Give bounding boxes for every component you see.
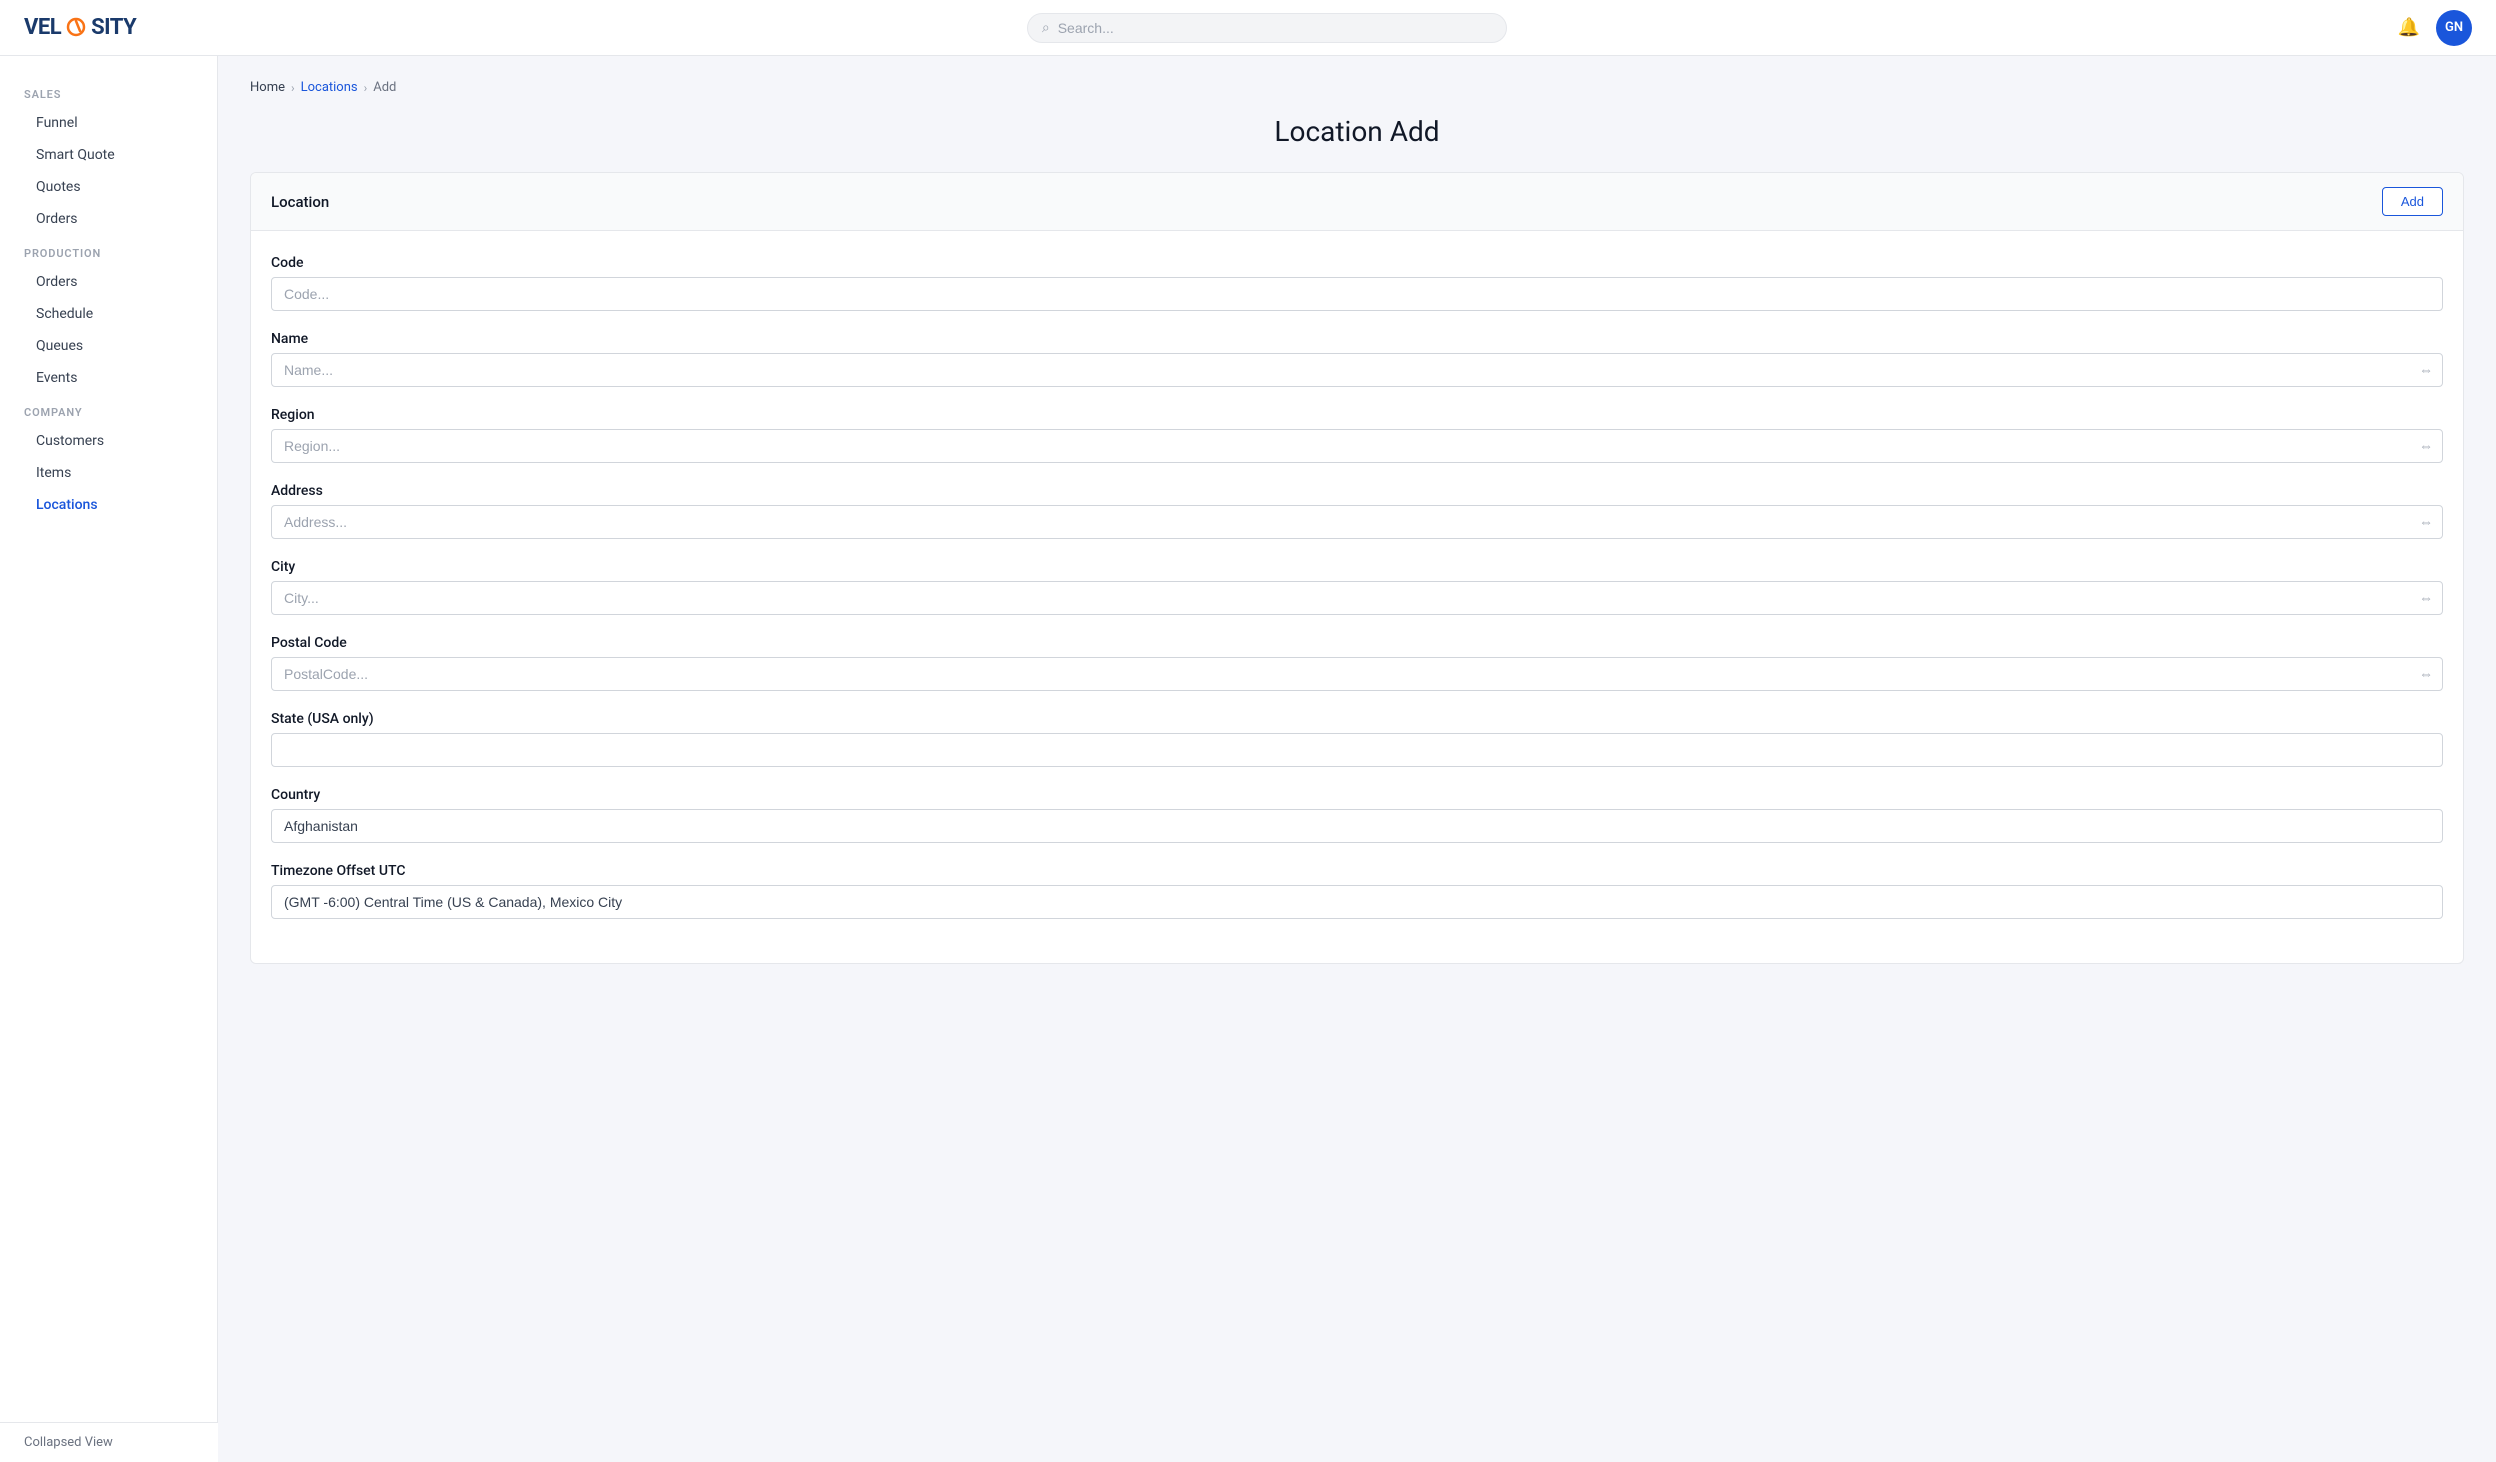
region-input[interactable]	[271, 429, 2443, 463]
main-content: Home › Locations › Add Location Add Loca…	[218, 56, 2496, 1462]
code-group: Code	[271, 255, 2443, 311]
sidebar-item-schedule[interactable]: Schedule	[0, 298, 217, 330]
country-input-wrap	[271, 809, 2443, 843]
timezone-group: Timezone Offset UTC	[271, 863, 2443, 919]
sidebar-item-sales-orders[interactable]: Orders	[0, 203, 217, 235]
timezone-input-wrap	[271, 885, 2443, 919]
sidebar-item-smart-quote[interactable]: Smart Quote	[0, 139, 217, 171]
page-title: Location Add	[250, 115, 2464, 148]
sidebar: SALES Funnel Smart Quote Quotes Orders P…	[0, 56, 218, 1462]
add-button[interactable]: Add	[2382, 187, 2443, 216]
country-input[interactable]	[271, 809, 2443, 843]
timezone-input[interactable]	[271, 885, 2443, 919]
sidebar-item-locations[interactable]: Locations	[0, 489, 217, 521]
postal-code-input[interactable]	[271, 657, 2443, 691]
country-group: Country	[271, 787, 2443, 843]
sidebar-item-events[interactable]: Events	[0, 362, 217, 394]
breadcrumb-home[interactable]: Home	[250, 80, 285, 95]
navbar-right: 🔔 GN	[2398, 10, 2472, 46]
state-input[interactable]	[271, 733, 2443, 767]
state-input-wrap	[271, 733, 2443, 767]
timezone-label: Timezone Offset UTC	[271, 863, 2443, 879]
search-bar: ⌕	[1027, 13, 1507, 43]
search-input[interactable]	[1058, 20, 1492, 36]
sidebar-section-production: PRODUCTION	[0, 235, 217, 266]
breadcrumb-locations[interactable]: Locations	[301, 80, 358, 95]
card-section-title: Location	[271, 193, 329, 211]
sidebar-item-production-orders[interactable]: Orders	[0, 266, 217, 298]
state-group: State (USA only)	[271, 711, 2443, 767]
city-group: City ⇔	[271, 559, 2443, 615]
navbar: VEL SITY ⌕ 🔔 GN	[0, 0, 2496, 56]
city-input[interactable]	[271, 581, 2443, 615]
country-label: Country	[271, 787, 2443, 803]
postal-code-input-wrap: ⇔	[271, 657, 2443, 691]
logo-o	[61, 15, 91, 40]
code-input-wrap	[271, 277, 2443, 311]
region-input-wrap: ⇔	[271, 429, 2443, 463]
breadcrumb: Home › Locations › Add	[250, 80, 2464, 95]
breadcrumb-current: Add	[373, 80, 396, 95]
name-group: Name ⇔	[271, 331, 2443, 387]
avatar[interactable]: GN	[2436, 10, 2472, 46]
sidebar-section-sales: SALES	[0, 76, 217, 107]
address-group: Address ⇔	[271, 483, 2443, 539]
address-label: Address	[271, 483, 2443, 499]
city-label: City	[271, 559, 2443, 575]
region-label: Region	[271, 407, 2443, 423]
breadcrumb-sep-2: ›	[364, 81, 368, 95]
card-header: Location Add	[251, 173, 2463, 231]
postal-code-group: Postal Code ⇔	[271, 635, 2443, 691]
name-input[interactable]	[271, 353, 2443, 387]
code-label: Code	[271, 255, 2443, 271]
search-icon: ⌕	[1042, 20, 1050, 36]
region-group: Region ⇔	[271, 407, 2443, 463]
logo-icon	[66, 17, 86, 37]
logo: VEL SITY	[24, 15, 136, 40]
location-card: Location Add Code Name ⇔ Region	[250, 172, 2464, 964]
name-label: Name	[271, 331, 2443, 347]
sidebar-item-quotes[interactable]: Quotes	[0, 171, 217, 203]
sidebar-item-queues[interactable]: Queues	[0, 330, 217, 362]
logo-text: VEL SITY	[24, 15, 136, 40]
collapsed-view-toggle[interactable]: Collapsed View	[0, 1422, 218, 1462]
address-input[interactable]	[271, 505, 2443, 539]
postal-code-label: Postal Code	[271, 635, 2443, 651]
city-input-wrap: ⇔	[271, 581, 2443, 615]
code-input[interactable]	[271, 277, 2443, 311]
name-input-wrap: ⇔	[271, 353, 2443, 387]
card-body: Code Name ⇔ Region ⇔	[251, 231, 2463, 963]
sidebar-item-funnel[interactable]: Funnel	[0, 107, 217, 139]
bell-icon[interactable]: 🔔	[2398, 17, 2420, 38]
sidebar-item-items[interactable]: Items	[0, 457, 217, 489]
sidebar-section-company: COMPANY	[0, 394, 217, 425]
address-input-wrap: ⇔	[271, 505, 2443, 539]
state-label: State (USA only)	[271, 711, 2443, 727]
breadcrumb-sep-1: ›	[291, 81, 295, 95]
sidebar-item-customers[interactable]: Customers	[0, 425, 217, 457]
